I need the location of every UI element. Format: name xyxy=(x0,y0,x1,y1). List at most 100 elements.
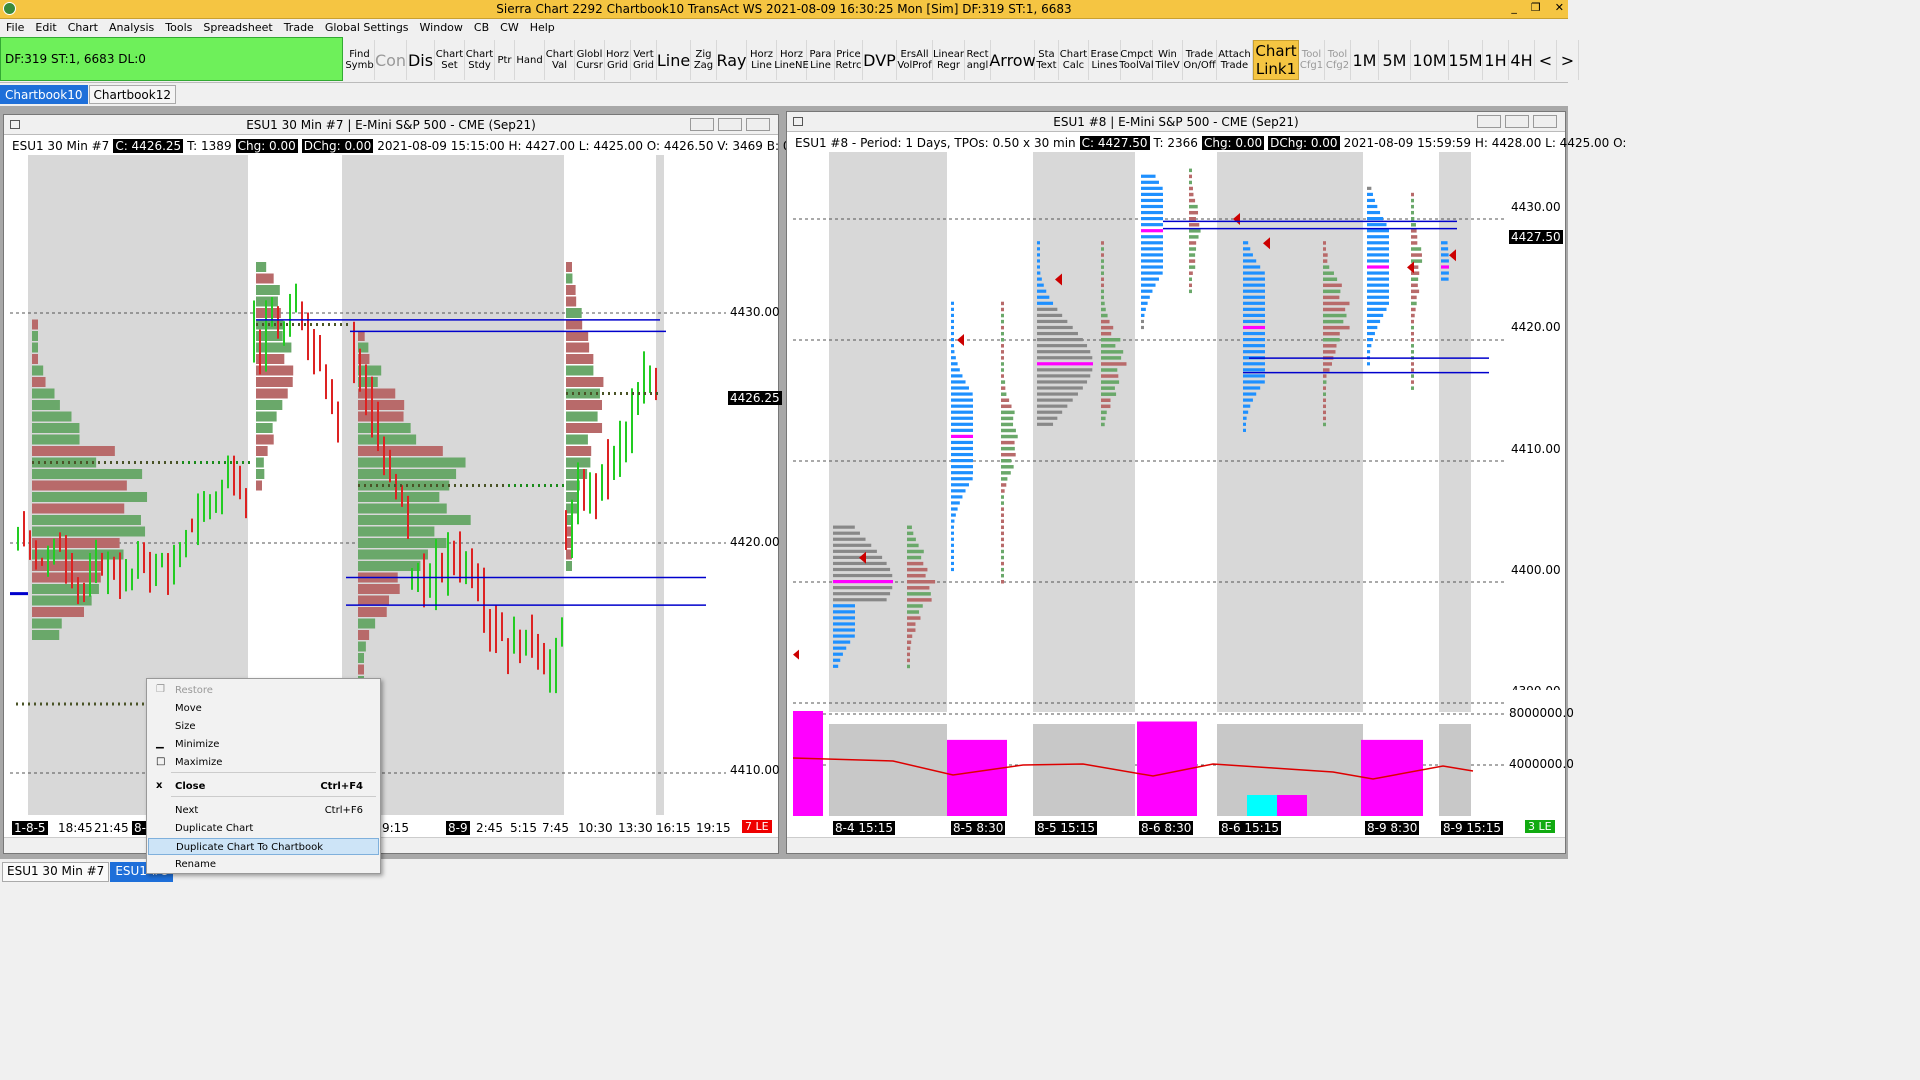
toolbar-button-chart-stdy[interactable]: Chart Stdy xyxy=(465,40,495,80)
toolbar-button-con[interactable]: Con xyxy=(375,40,407,80)
menu-item-maximize[interactable]: □ Maximize xyxy=(148,754,379,771)
toolbar-button-find-symb[interactable]: Find Symb xyxy=(345,40,375,80)
tpo-row xyxy=(1037,253,1040,257)
toolbar-button-globl-cursr[interactable]: Globl Cursr xyxy=(575,40,605,80)
volume-profile-bar xyxy=(1001,338,1004,342)
toolbar-button-chart-link1[interactable]: Chart Link1 xyxy=(1253,40,1299,80)
toolbar-button-horz-grid[interactable]: Horz Grid xyxy=(605,40,631,80)
toolbar-button-[interactable]: < xyxy=(1535,40,1557,80)
menu-item-trade[interactable]: Trade xyxy=(284,21,314,36)
volume-profile-bar xyxy=(1101,283,1104,288)
close-icon[interactable]: ✕ xyxy=(1555,1,1564,14)
menu-item-minimize[interactable]: ▁ Minimize xyxy=(148,736,379,753)
toolbar-button-tool-cfg1[interactable]: Tool Cfg1 xyxy=(1299,40,1325,80)
menu-item-cw[interactable]: CW xyxy=(500,21,519,36)
toolbar-button-vert-grid[interactable]: Vert Grid xyxy=(631,40,657,80)
menu-item-duplicate-chart-to-chartbook[interactable]: Duplicate Chart To Chartbook xyxy=(148,838,379,855)
menu-item-analysis[interactable]: Analysis xyxy=(109,21,154,36)
toolbar-button-sta-text[interactable]: Sta Text xyxy=(1035,40,1059,80)
left-chart-titlebar[interactable]: ESU1 30 Min #7 | E-Mini S&P 500 - CME (S… xyxy=(4,115,778,135)
horizontal-scrollbar[interactable] xyxy=(787,837,1565,853)
toolbar-button-ptr[interactable]: Ptr xyxy=(495,40,515,80)
tpo-row xyxy=(833,580,893,584)
volume-profile-bar xyxy=(358,515,471,525)
toolbar-button-erase-lines[interactable]: Erase Lines xyxy=(1089,40,1121,80)
toolbar-button-dvp[interactable]: DVP xyxy=(863,40,897,80)
menu-item-tools[interactable]: Tools xyxy=(165,21,192,36)
toolbar-button-chart-calc[interactable]: Chart Calc xyxy=(1059,40,1089,80)
maximize-icon[interactable] xyxy=(718,118,742,131)
close-icon[interactable] xyxy=(1533,115,1557,128)
toolbar-button-cmpct-toolval[interactable]: Cmpct ToolVal xyxy=(1119,40,1154,80)
toolbar-button-rect-angl[interactable]: Rect angl xyxy=(965,40,991,80)
menu-item-window[interactable]: Window xyxy=(420,21,463,36)
toolbar-button-10m[interactable]: 10M xyxy=(1411,40,1449,80)
toolbar-button-price-retrc[interactable]: Price Retrc xyxy=(835,40,863,80)
menu-item-restore[interactable]: ❐ Restore xyxy=(148,682,379,699)
horizontal-scrollbar[interactable] xyxy=(4,837,778,853)
tab-chart-7[interactable]: ESU1 30 Min #7 xyxy=(2,862,110,882)
menu-item-global-settings[interactable]: Global Settings xyxy=(325,21,409,36)
toolbar-button-horz-line[interactable]: Horz Line xyxy=(747,40,777,80)
volume-profile-bar xyxy=(566,411,598,422)
toolbar-button-win-tilev[interactable]: Win TileV xyxy=(1153,40,1183,80)
maximize-icon[interactable] xyxy=(1505,115,1529,128)
tab-chartbook10[interactable]: Chartbook10 xyxy=(0,85,88,104)
volume-profile-bar xyxy=(1001,567,1004,572)
toolbar-button-ersall-volprof[interactable]: ErsAll VolProf xyxy=(897,40,933,80)
menu-item-size[interactable]: Size xyxy=(148,718,379,735)
tab-chartbook12[interactable]: Chartbook12 xyxy=(88,85,176,104)
toolbar-button-para-line[interactable]: Para Line xyxy=(807,40,835,80)
volume-profile-bar xyxy=(1189,229,1201,233)
toolbar-button-1h[interactable]: 1H xyxy=(1483,40,1509,80)
toolbar-button-ray[interactable]: Ray xyxy=(716,40,747,80)
restore-icon[interactable]: ❐ xyxy=(1531,1,1541,14)
toolbar-button-[interactable]: > xyxy=(1557,40,1579,80)
close-icon[interactable] xyxy=(746,118,770,131)
tpo-row xyxy=(1037,362,1093,366)
right-chart-titlebar[interactable]: ESU1 #8 | E-Mini S&P 500 - CME (Sep21) xyxy=(787,112,1565,132)
minimize-icon[interactable] xyxy=(690,118,714,131)
menu-item-duplicate-chart[interactable]: Duplicate Chart xyxy=(148,820,379,837)
volume-profile-bar xyxy=(1001,301,1004,306)
menu-item-move[interactable]: Move xyxy=(148,700,379,717)
menu-item-help[interactable]: Help xyxy=(530,21,555,36)
minimize-icon[interactable]: _ xyxy=(1511,1,1517,14)
toolbar-button-1m[interactable]: 1M xyxy=(1351,40,1379,80)
volume-profile-bar xyxy=(566,308,582,318)
toolbar-button-15m[interactable]: 15M xyxy=(1448,40,1483,80)
toolbar-button-hand[interactable]: Hand xyxy=(515,40,545,80)
toolbar-button-attach-trade[interactable]: Attach Trade xyxy=(1217,40,1253,80)
menu-item-next[interactable]: Next Ctrl+F6 xyxy=(148,802,379,819)
tpo-row xyxy=(951,477,973,481)
tpo-row xyxy=(1367,271,1389,275)
tpo-row xyxy=(1367,325,1378,330)
volume-profile-bar xyxy=(907,525,912,530)
toolbar-button-chart-val[interactable]: Chart Val xyxy=(545,40,575,80)
menu-item-cb[interactable]: CB xyxy=(474,21,489,36)
toolbar-button-zig-zag[interactable]: Zig Zag xyxy=(691,40,717,80)
menu-item-edit[interactable]: Edit xyxy=(35,21,56,36)
toolbar-button-horz-linene[interactable]: Horz LineNE xyxy=(774,40,809,80)
toolbar-button-arrow[interactable]: Arrow xyxy=(989,40,1036,80)
menu-item-rename[interactable]: Rename xyxy=(148,856,379,873)
menu-item-spreadsheet[interactable]: Spreadsheet xyxy=(203,21,272,36)
tpo-row xyxy=(951,386,969,390)
toolbar-button-tool-cfg2[interactable]: Tool Cfg2 xyxy=(1325,40,1351,80)
toolbar-button-chart-set[interactable]: Chart Set xyxy=(435,40,465,80)
toolbar-button-4h[interactable]: 4H xyxy=(1509,40,1535,80)
menu-item-close[interactable]: x Close Ctrl+F4 xyxy=(148,778,379,795)
toolbar-button-trade-onoff[interactable]: Trade On/Off xyxy=(1183,40,1217,80)
tpo-row xyxy=(951,537,954,541)
toolbar-button-line[interactable]: Line xyxy=(657,40,691,80)
menu-item-chart[interactable]: Chart xyxy=(68,21,98,36)
toolbar-button-linear-regr[interactable]: Linear Regr xyxy=(933,40,965,80)
volume-profile-bar xyxy=(1411,247,1422,251)
volume-profile-bar xyxy=(1323,350,1336,354)
right-chart-plot[interactable] xyxy=(793,134,1505,820)
toolbar-button-5m[interactable]: 5M xyxy=(1379,40,1411,80)
menu-item-file[interactable]: File xyxy=(6,21,24,36)
volume-profile-bar xyxy=(32,618,62,629)
toolbar-button-dis[interactable]: Dis xyxy=(407,40,435,80)
minimize-icon[interactable] xyxy=(1477,115,1501,128)
